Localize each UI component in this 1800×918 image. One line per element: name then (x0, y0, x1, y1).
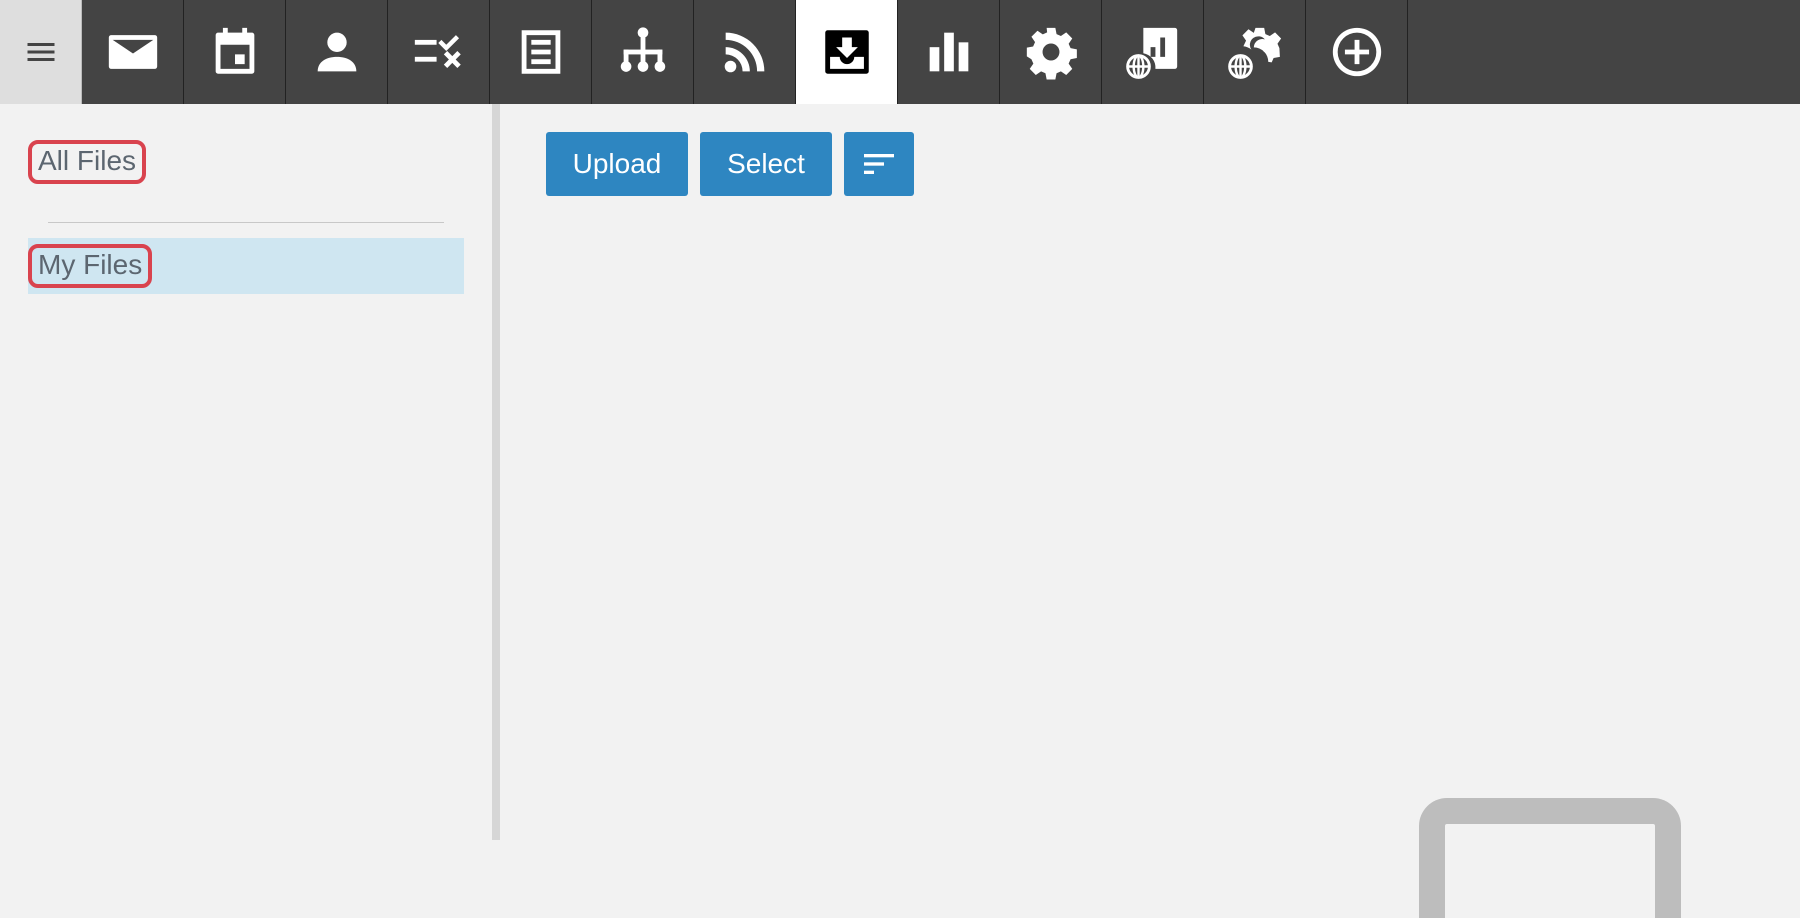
files-main-panel: Upload Select (500, 104, 1800, 918)
notes-icon (521, 30, 560, 74)
tasks-icon (414, 35, 461, 68)
settings-gear-icon (1026, 27, 1077, 80)
panel-splitter[interactable] (492, 104, 500, 840)
nav-reports-button[interactable] (898, 0, 1000, 104)
folder-label: All Files (28, 140, 147, 184)
mail-icon (108, 35, 157, 69)
folder-all-files[interactable]: All Files (28, 134, 464, 190)
nav-add-button[interactable] (1306, 0, 1408, 104)
bar-chart-icon (929, 32, 968, 72)
nav-contacts-button[interactable] (286, 0, 388, 104)
top-nav-bar (0, 0, 1800, 104)
nav-settings-button[interactable] (1000, 0, 1102, 104)
org-chart-icon (620, 27, 665, 72)
nav-notes-button[interactable] (490, 0, 592, 104)
nav-web-reports-button[interactable] (1102, 0, 1204, 104)
menu-icon (27, 43, 54, 61)
folder-sidebar: All Files My Files (0, 104, 492, 840)
nav-mail-button[interactable] (82, 0, 184, 104)
contacts-icon (317, 32, 356, 72)
add-circle-icon (1332, 27, 1381, 77)
sort-button[interactable] (844, 132, 914, 196)
files-inbox-icon (824, 30, 869, 74)
sidebar-divider (48, 222, 444, 223)
web-settings-icon (1227, 27, 1281, 79)
nav-tasks-button[interactable] (388, 0, 490, 104)
folder-label: My Files (28, 244, 153, 288)
web-report-icon (1125, 27, 1177, 79)
nav-calendar-button[interactable] (184, 0, 286, 104)
empty-folder-illustration (1419, 798, 1681, 918)
nav-web-settings-button[interactable] (1204, 0, 1306, 104)
sort-icon (864, 154, 894, 174)
files-toolbar: Upload Select (546, 132, 914, 196)
calendar-icon (215, 27, 254, 74)
upload-button[interactable]: Upload (546, 132, 688, 196)
select-button[interactable]: Select (700, 132, 832, 196)
folder-my-files[interactable]: My Files (28, 238, 464, 294)
menu-button[interactable] (0, 0, 82, 104)
nav-files-button[interactable] (796, 0, 898, 104)
nav-org-chart-button[interactable] (592, 0, 694, 104)
rss-icon (724, 32, 764, 73)
nav-rss-button[interactable] (694, 0, 796, 104)
